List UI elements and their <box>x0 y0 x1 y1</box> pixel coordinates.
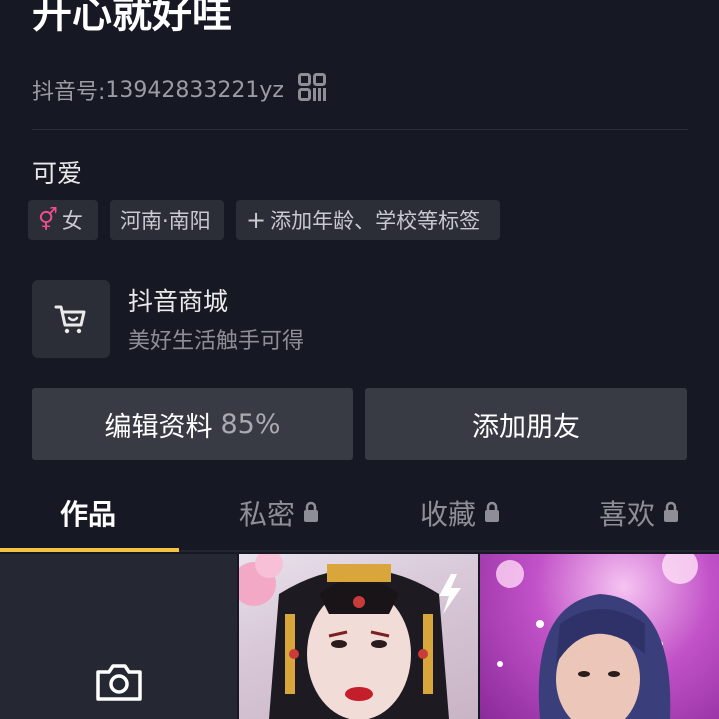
douyin-id-label: 抖音号: <box>32 80 106 105</box>
add-tag-label: 添加年龄、学校等标签 <box>270 209 481 233</box>
add-tag-button[interactable]: + 添加年龄、学校等标签 <box>236 200 500 240</box>
plus-icon: + <box>246 206 267 234</box>
tab-favorites[interactable]: 收藏 <box>420 490 500 536</box>
gender-icon: ⚥ <box>38 207 58 233</box>
profile-nickname: 开心就好哇 <box>32 0 232 37</box>
shoot-video-cell[interactable] <box>0 554 237 719</box>
location-tag[interactable]: 河南·南阳 <box>110 200 224 240</box>
lock-icon <box>303 497 319 530</box>
shop-title[interactable]: 抖音商城 <box>128 284 228 320</box>
tab-label: 收藏 <box>420 498 477 531</box>
video-thumbnail[interactable] <box>239 554 478 719</box>
douyin-id-row: 抖音号: 13942833221yz <box>32 72 326 108</box>
tab-label: 私密 <box>239 498 296 531</box>
douyin-id-value: 13942833221yz <box>105 77 284 103</box>
tab-private[interactable]: 私密 <box>239 490 319 536</box>
cart-icon <box>54 305 86 334</box>
add-friends-button[interactable]: 添加朋友 <box>365 388 687 460</box>
lock-icon <box>484 497 500 530</box>
divider <box>32 129 688 130</box>
location-label: 河南·南阳 <box>120 209 211 233</box>
gender-tag[interactable]: ⚥ 女 <box>28 200 98 240</box>
edit-profile-button[interactable]: 编辑资料 85% <box>32 388 353 460</box>
profile-completion-percent: 85% <box>220 408 281 440</box>
profile-bio: 可爱 <box>32 159 83 188</box>
shop-icon-box[interactable] <box>32 280 110 358</box>
video-thumbnail-image <box>239 554 461 719</box>
edit-profile-label: 编辑资料 <box>104 411 213 443</box>
tab-likes[interactable]: 喜欢 <box>599 490 679 536</box>
tab-label: 作品 <box>60 498 117 531</box>
tab-works[interactable]: 作品 <box>60 490 116 536</box>
tab-active-indicator <box>0 548 179 552</box>
shop-subtitle: 美好生活触手可得 <box>128 329 305 354</box>
lightning-icon <box>439 574 461 614</box>
video-thumbnail[interactable] <box>480 554 719 719</box>
tab-label: 喜欢 <box>599 498 656 531</box>
qr-code-icon[interactable] <box>297 73 326 107</box>
lock-icon <box>663 497 679 530</box>
gender-label: 女 <box>61 209 83 233</box>
camera-icon <box>96 664 142 701</box>
video-thumbnail-image <box>496 554 698 719</box>
